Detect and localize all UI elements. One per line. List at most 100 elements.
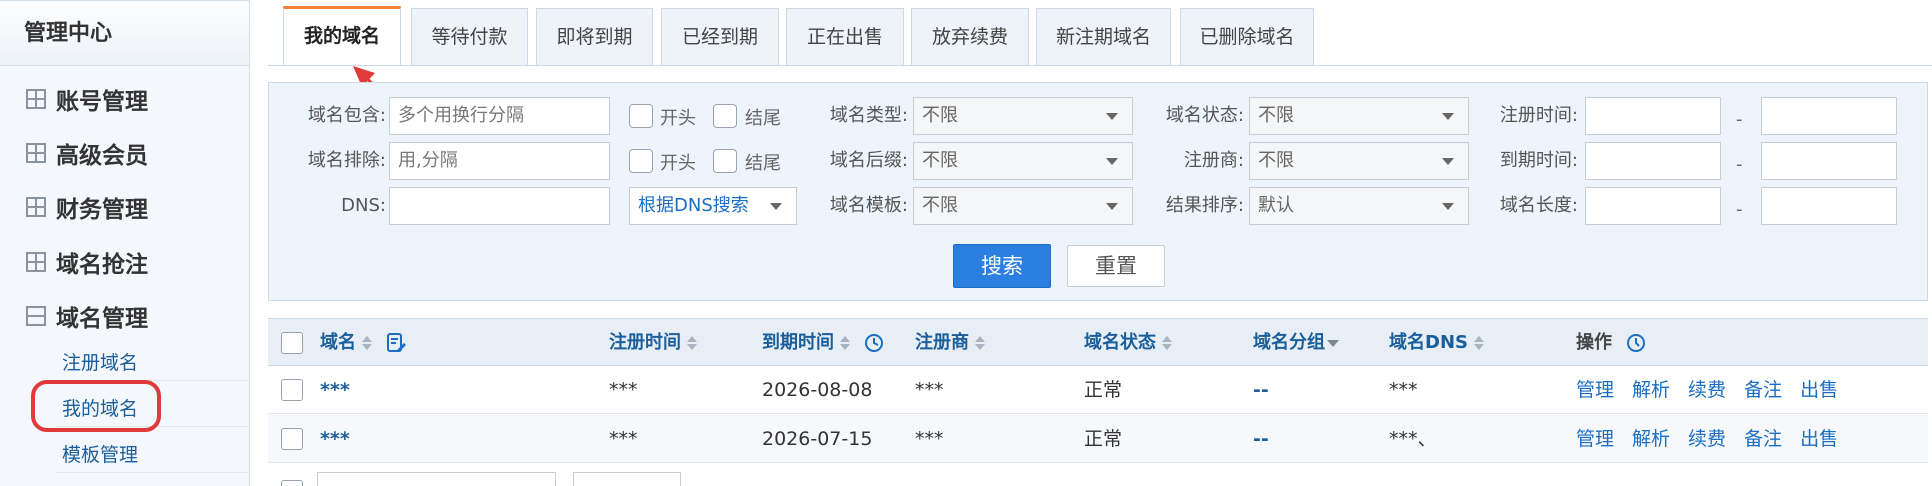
select-all-checkbox[interactable] bbox=[281, 332, 303, 354]
renew-link[interactable]: 续费 bbox=[1688, 379, 1726, 401]
plus-square-icon bbox=[26, 197, 46, 217]
renew-link[interactable]: 续费 bbox=[1688, 428, 1726, 450]
reset-button[interactable]: 重置 bbox=[1067, 245, 1165, 287]
dns-search-select[interactable]: 根据DNS搜索 bbox=[629, 187, 797, 225]
label-domain-status: 域名状态: bbox=[1165, 105, 1244, 126]
registrar-select[interactable]: 不限 bbox=[1249, 142, 1469, 180]
edit-document-icon[interactable] bbox=[386, 332, 407, 354]
menu-item-vip[interactable]: 高级会员 bbox=[26, 133, 148, 173]
clock-icon[interactable] bbox=[864, 333, 884, 353]
column-group[interactable]: 域名分组 bbox=[1253, 319, 1339, 367]
column-reg-time[interactable]: 注册时间 bbox=[609, 319, 697, 367]
tab-abandon-renewal[interactable]: 放弃续费 bbox=[911, 8, 1029, 65]
sell-link[interactable]: 出售 bbox=[1800, 428, 1838, 450]
row-checkbox[interactable] bbox=[281, 428, 303, 450]
resolve-link[interactable]: 解析 bbox=[1632, 428, 1670, 450]
label-reg-time: 注册时间: bbox=[1499, 105, 1578, 126]
tab-pending-payment[interactable]: 等待付款 bbox=[411, 8, 528, 65]
submenu-register-domain[interactable]: 注册域名 bbox=[62, 348, 138, 375]
history-clock-icon[interactable] bbox=[1626, 333, 1646, 353]
expire-time-end-input[interactable] bbox=[1761, 142, 1897, 180]
sort-icon bbox=[840, 336, 850, 350]
chevron-down-icon bbox=[1442, 203, 1454, 210]
sort-icon bbox=[1473, 336, 1484, 350]
dropdown-triangle-icon bbox=[1327, 339, 1339, 347]
domain-link[interactable]: *** bbox=[320, 366, 350, 414]
expire-time-start-input[interactable] bbox=[1585, 142, 1721, 180]
cell-registrar: *** bbox=[915, 379, 944, 401]
remark-link[interactable]: 备注 bbox=[1744, 379, 1782, 401]
column-dns[interactable]: 域名DNS bbox=[1389, 319, 1484, 367]
manage-link[interactable]: 管理 bbox=[1576, 379, 1614, 401]
column-expire-time[interactable]: 到期时间 bbox=[762, 319, 884, 367]
select-value: 不限 bbox=[1258, 105, 1294, 126]
checkbox-starts-with[interactable] bbox=[629, 149, 653, 173]
submenu-templates[interactable]: 模板管理 bbox=[62, 440, 138, 467]
reg-time-end-input[interactable] bbox=[1761, 97, 1897, 135]
table-row: *** *** 2026-08-08 *** 正常 -- *** 管理 解析 续费备… bbox=[268, 366, 1928, 414]
label-domain-exclude: 域名排除: bbox=[307, 150, 386, 171]
batch-action-select[interactable] bbox=[317, 472, 556, 486]
sort-icon bbox=[687, 336, 697, 350]
menu-item-snap[interactable]: 域名抢注 bbox=[26, 242, 148, 282]
checkbox-ends-with[interactable] bbox=[713, 149, 737, 173]
cell-expire-time: 2026-08-08 bbox=[762, 379, 873, 401]
label-ends-with: 结尾 bbox=[745, 108, 781, 129]
column-label: 域名DNS bbox=[1389, 332, 1468, 353]
sell-link[interactable]: 出售 bbox=[1800, 379, 1838, 401]
tab-deleted-domains[interactable]: 已删除域名 bbox=[1180, 8, 1314, 65]
resolve-link[interactable]: 解析 bbox=[1632, 379, 1670, 401]
cell-group-link[interactable]: -- bbox=[1253, 366, 1269, 414]
domain-contains-input[interactable]: 多个用换行分隔 bbox=[389, 97, 610, 135]
domain-suffix-select[interactable]: 不限 bbox=[913, 142, 1133, 180]
tab-my-domains[interactable]: 我的域名 bbox=[283, 6, 401, 65]
sort-icon bbox=[1162, 336, 1172, 350]
select-value: 默认 bbox=[1258, 195, 1294, 216]
remark-link[interactable]: 备注 bbox=[1744, 428, 1782, 450]
reg-time-start-input[interactable] bbox=[1585, 97, 1721, 135]
select-value: 不限 bbox=[922, 105, 958, 126]
cell-dns: ***、 bbox=[1389, 428, 1437, 450]
domain-template-select[interactable]: 不限 bbox=[913, 187, 1133, 225]
tab-new-registration[interactable]: 新注期域名 bbox=[1036, 8, 1171, 65]
column-domain[interactable]: 域名 bbox=[320, 319, 407, 367]
label-ends-with: 结尾 bbox=[745, 153, 781, 174]
domain-type-select[interactable]: 不限 bbox=[913, 97, 1133, 135]
column-status[interactable]: 域名状态 bbox=[1084, 319, 1172, 367]
tabs-baseline bbox=[268, 65, 1932, 66]
menu-item-domain-manage[interactable]: 域名管理 bbox=[26, 296, 148, 336]
result-sort-select[interactable]: 默认 bbox=[1249, 187, 1469, 225]
length-min-input[interactable] bbox=[1585, 187, 1721, 225]
select-value: 不限 bbox=[922, 150, 958, 171]
column-label: 操作 bbox=[1576, 332, 1612, 353]
select-value: 根据DNS搜索 bbox=[638, 195, 749, 216]
cell-group-link[interactable]: -- bbox=[1253, 415, 1269, 463]
column-registrar[interactable]: 注册商 bbox=[915, 319, 985, 367]
chevron-down-icon bbox=[1442, 113, 1454, 120]
label-domain-template: 域名模板: bbox=[829, 195, 908, 216]
manage-link[interactable]: 管理 bbox=[1576, 428, 1614, 450]
label-starts-with: 开头 bbox=[660, 108, 696, 129]
tab-expiring-soon[interactable]: 即将到期 bbox=[536, 8, 653, 65]
checkbox-starts-with[interactable] bbox=[629, 104, 653, 128]
search-button[interactable]: 搜索 bbox=[953, 244, 1051, 288]
column-label: 域名分组 bbox=[1253, 332, 1325, 353]
domain-exclude-input[interactable]: 用,分隔 bbox=[389, 142, 610, 180]
length-max-input[interactable] bbox=[1761, 187, 1897, 225]
batch-action-button[interactable] bbox=[573, 472, 681, 486]
dns-input[interactable] bbox=[389, 187, 610, 225]
tab-expired[interactable]: 已经到期 bbox=[661, 8, 779, 65]
table-header: 域名 注册时间 到期时间 注册商 域名状态 域名分组 域名DNS 操作 bbox=[268, 318, 1928, 366]
select-value: 不限 bbox=[1258, 150, 1294, 171]
checkbox-ends-with[interactable] bbox=[713, 104, 737, 128]
menu-item-finance[interactable]: 财务管理 bbox=[26, 187, 148, 227]
footer-checkbox[interactable] bbox=[281, 480, 303, 486]
chevron-down-icon bbox=[770, 203, 782, 210]
cell-dns: *** bbox=[1389, 379, 1418, 401]
tab-on-sale[interactable]: 正在出售 bbox=[786, 8, 904, 65]
domain-link[interactable]: *** bbox=[320, 415, 350, 463]
row-checkbox[interactable] bbox=[281, 379, 303, 401]
cell-reg-time: *** bbox=[609, 379, 638, 401]
domain-status-select[interactable]: 不限 bbox=[1249, 97, 1469, 135]
menu-item-account[interactable]: 账号管理 bbox=[26, 79, 148, 119]
